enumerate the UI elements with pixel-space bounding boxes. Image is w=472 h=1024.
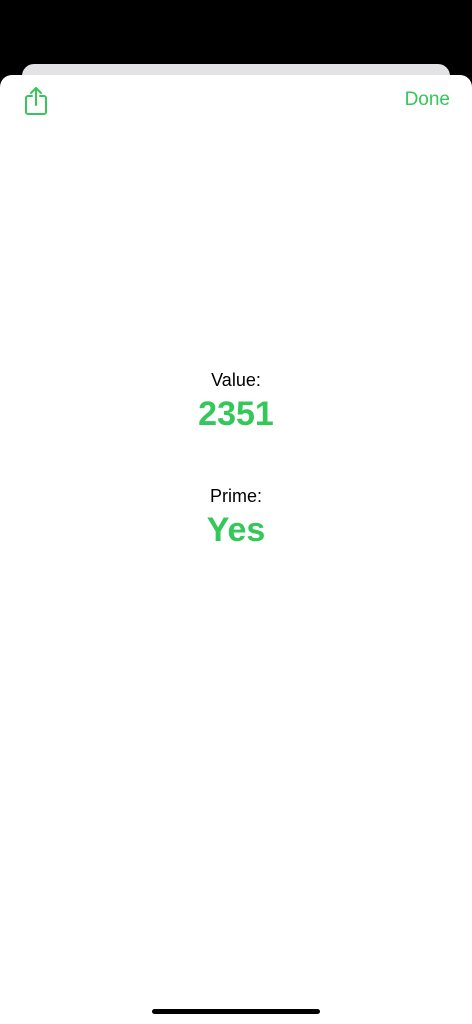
result-panel: Value: 2351 Prime: Yes bbox=[0, 366, 472, 550]
share-button[interactable] bbox=[18, 83, 54, 119]
screen: Done Value: 2351 Prime: Yes bbox=[0, 0, 472, 1024]
done-button[interactable]: Done bbox=[405, 89, 450, 111]
prime-label: Prime: bbox=[209, 486, 262, 506]
home-indicator[interactable] bbox=[152, 1009, 320, 1014]
prime-result: Yes bbox=[206, 511, 266, 549]
value-number: 2351 bbox=[198, 395, 274, 433]
value-label: Value: bbox=[211, 370, 261, 390]
share-icon bbox=[25, 87, 47, 115]
